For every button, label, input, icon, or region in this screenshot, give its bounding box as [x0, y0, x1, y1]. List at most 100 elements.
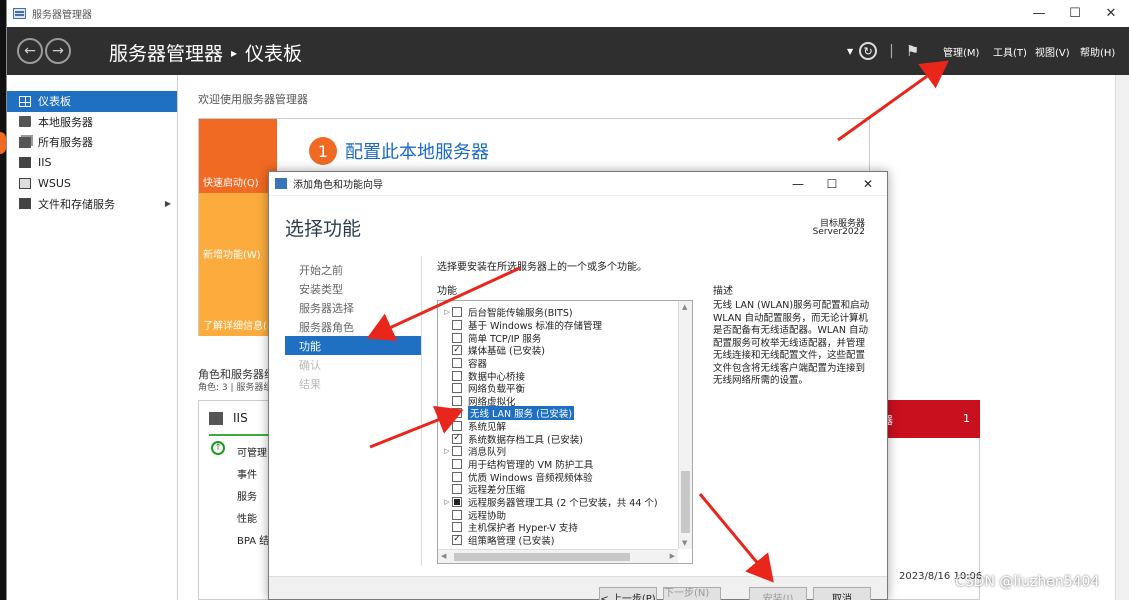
tile-learn-more[interactable]: 了解详细信息(L) [199, 265, 277, 336]
wizard-step[interactable]: 服务器角色 [285, 317, 421, 336]
feature-checkbox[interactable] [452, 395, 462, 406]
feature-checkbox[interactable] [452, 307, 462, 318]
feature-item[interactable]: 网络负载平衡 [438, 382, 678, 395]
feature-checkbox[interactable] [452, 496, 462, 507]
feature-checkbox[interactable] [452, 357, 462, 368]
feature-item[interactable]: ▷ 消息队列 [438, 445, 678, 458]
expand-arrow-icon[interactable]: ▷ [442, 447, 452, 455]
main-scrollbar[interactable] [1115, 75, 1129, 600]
features-vertical-scrollbar[interactable]: ▲ ▼ [678, 301, 692, 549]
chevron-right-icon: ▶ [164, 198, 171, 208]
feature-item[interactable]: 数据中心桥接 [438, 369, 678, 383]
maximize-button[interactable]: ☐ [1057, 0, 1093, 27]
refresh-icon[interactable]: ↻ [859, 42, 878, 60]
iis-row-performance[interactable]: 性能 [237, 510, 257, 525]
next-button[interactable]: 下一步(N) > [663, 587, 721, 600]
previous-button[interactable]: < 上一步(P) [599, 587, 657, 600]
wizard-step[interactable]: 开始之前 [285, 260, 421, 279]
close-button[interactable]: ✕ [1093, 0, 1129, 27]
tile-whats-new[interactable]: 新增功能(W) [199, 193, 277, 265]
feature-checkbox[interactable]: ✓ [452, 534, 462, 545]
scroll-right-icon[interactable]: ▶ [670, 552, 675, 560]
feature-checkbox[interactable] [452, 484, 462, 495]
iis-icon [209, 411, 223, 425]
dialog-close-button[interactable]: ✕ [851, 172, 885, 196]
feature-item[interactable]: 远程差分压缩 [438, 483, 678, 496]
feature-checkbox[interactable] [452, 471, 462, 482]
feature-checkbox[interactable] [452, 370, 462, 381]
feature-item[interactable]: 网络虚拟化 [438, 394, 678, 408]
feature-item[interactable]: 基于 Windows 标准的存储管理 [438, 319, 678, 332]
breadcrumb-page: 仪表板 [245, 43, 303, 65]
iis-row-services[interactable]: 服务 [237, 488, 257, 503]
notifications-flag-icon[interactable]: ⚑ [906, 42, 919, 60]
feature-item[interactable]: 主机保护者 Hyper-V 支持 [438, 521, 678, 534]
sidebar-item-all-servers[interactable]: 所有服务器 [7, 132, 177, 153]
sidebar-item-local-server[interactable]: 本地服务器 [7, 112, 177, 133]
configure-step[interactable]: 1 配置此本地服务器 [309, 137, 489, 165]
sidebar-item-label: 本地服务器 [38, 115, 93, 129]
feature-item[interactable]: 简单 TCP/IP 服务 [438, 331, 678, 345]
features-tree[interactable]: ▷ 后台智能传输服务(BITS) 基于 Windows 标准的存储管理 简单 TCP/… [437, 300, 693, 564]
wizard-step[interactable]: 服务器选择 [285, 298, 421, 317]
wizard-step[interactable]: 安装类型 [285, 279, 421, 298]
instruction-text: 选择要安装在所选服务器上的一个或多个功能。 [437, 262, 647, 273]
feature-item[interactable]: ▷ 后台智能传输服务(BITS) [438, 306, 678, 319]
dialog-maximize-button[interactable]: ☐ [815, 172, 849, 196]
feature-checkbox[interactable] [452, 509, 462, 520]
install-button[interactable]: 安装(I) [749, 587, 807, 600]
dropdown-caret-icon[interactable]: ▼ [847, 47, 853, 56]
feature-checkbox[interactable] [452, 383, 462, 394]
menu-manage[interactable]: 管理(M) [943, 44, 979, 59]
feature-checkbox[interactable] [452, 332, 462, 343]
sidebar-item-iis[interactable]: IIS [7, 153, 177, 174]
feature-checkbox[interactable] [452, 446, 462, 457]
back-button[interactable]: ← [17, 38, 43, 64]
feature-item[interactable]: ✓ 媒体基础 (已安装) [438, 344, 678, 357]
feature-item[interactable]: 优质 Windows 音频视频体验 [438, 470, 678, 484]
feature-item[interactable]: ✓ 无线 LAN 服务 (已安装) [438, 406, 678, 421]
minimize-button[interactable]: — [1021, 0, 1057, 27]
feature-checkbox[interactable] [452, 459, 462, 469]
sidebar-item-file-storage[interactable]: 文件和存储服务 ▶ [7, 194, 177, 215]
sidebar-item-label: 仪表板 [38, 95, 71, 109]
feature-checkbox[interactable]: ✓ [452, 345, 462, 356]
configure-local-server-link[interactable]: 配置此本地服务器 [345, 138, 489, 164]
feature-checkbox[interactable]: ✓ [452, 408, 462, 419]
iis-row-bpa[interactable]: BPA 结 [237, 532, 269, 547]
feature-item[interactable]: ✓ 组策略管理 (已安装) [438, 534, 678, 547]
scroll-up-icon[interactable]: ▲ [682, 303, 687, 311]
iis-row-events[interactable]: 事件 [237, 466, 257, 481]
alert-card-header[interactable]: 器 1 [878, 400, 980, 438]
feature-item[interactable]: 用于结构管理的 VM 防护工具 [438, 458, 678, 471]
feature-checkbox[interactable] [452, 421, 462, 432]
feature-item[interactable]: 容器 [438, 357, 678, 370]
forward-button[interactable]: → [45, 38, 71, 64]
wizard-step[interactable]: 功能 [285, 336, 421, 355]
sidebar-item-dashboard[interactable]: 仪表板 [7, 91, 177, 112]
dialog-minimize-button[interactable]: — [781, 172, 815, 196]
menu-view[interactable]: 视图(V) [1035, 44, 1070, 59]
feature-item[interactable]: 远程协助 [438, 508, 678, 522]
expand-arrow-icon[interactable]: ▷ [442, 308, 452, 316]
feature-checkbox[interactable] [452, 319, 462, 330]
status-line [209, 434, 273, 436]
sidebar-item-wsus[interactable]: WSUS [7, 173, 177, 194]
scroll-thumb[interactable] [454, 553, 630, 561]
menu-help[interactable]: 帮助(H) [1080, 44, 1115, 59]
menu-tools[interactable]: 工具(T) [993, 44, 1027, 59]
feature-item[interactable]: ✓ 系统数据存档工具 (已安装) [438, 432, 678, 446]
scroll-left-icon[interactable]: ◀ [441, 552, 446, 560]
feature-item[interactable]: ▷ 远程服务器管理工具 (2 个已安装，共 44 个) [438, 496, 678, 509]
feature-item[interactable]: 系统见解 [438, 420, 678, 433]
feature-checkbox[interactable]: ✓ [452, 433, 462, 444]
feature-checkbox[interactable] [452, 522, 462, 533]
tile-quick-start[interactable]: 快速启动(Q) [199, 119, 277, 193]
scroll-thumb[interactable] [681, 471, 690, 533]
scroll-down-icon[interactable]: ▼ [682, 539, 687, 547]
sidebar: 仪表板 本地服务器 所有服务器 IIS WSUS 文件和存储服务 ▶ [7, 75, 178, 600]
cancel-button[interactable]: 取消 [813, 587, 871, 600]
iis-row-manageability[interactable]: 可管理 [237, 444, 267, 459]
expand-arrow-icon[interactable]: ▷ [442, 498, 452, 506]
features-horizontal-scrollbar[interactable]: ◀ ▶ [438, 549, 678, 563]
